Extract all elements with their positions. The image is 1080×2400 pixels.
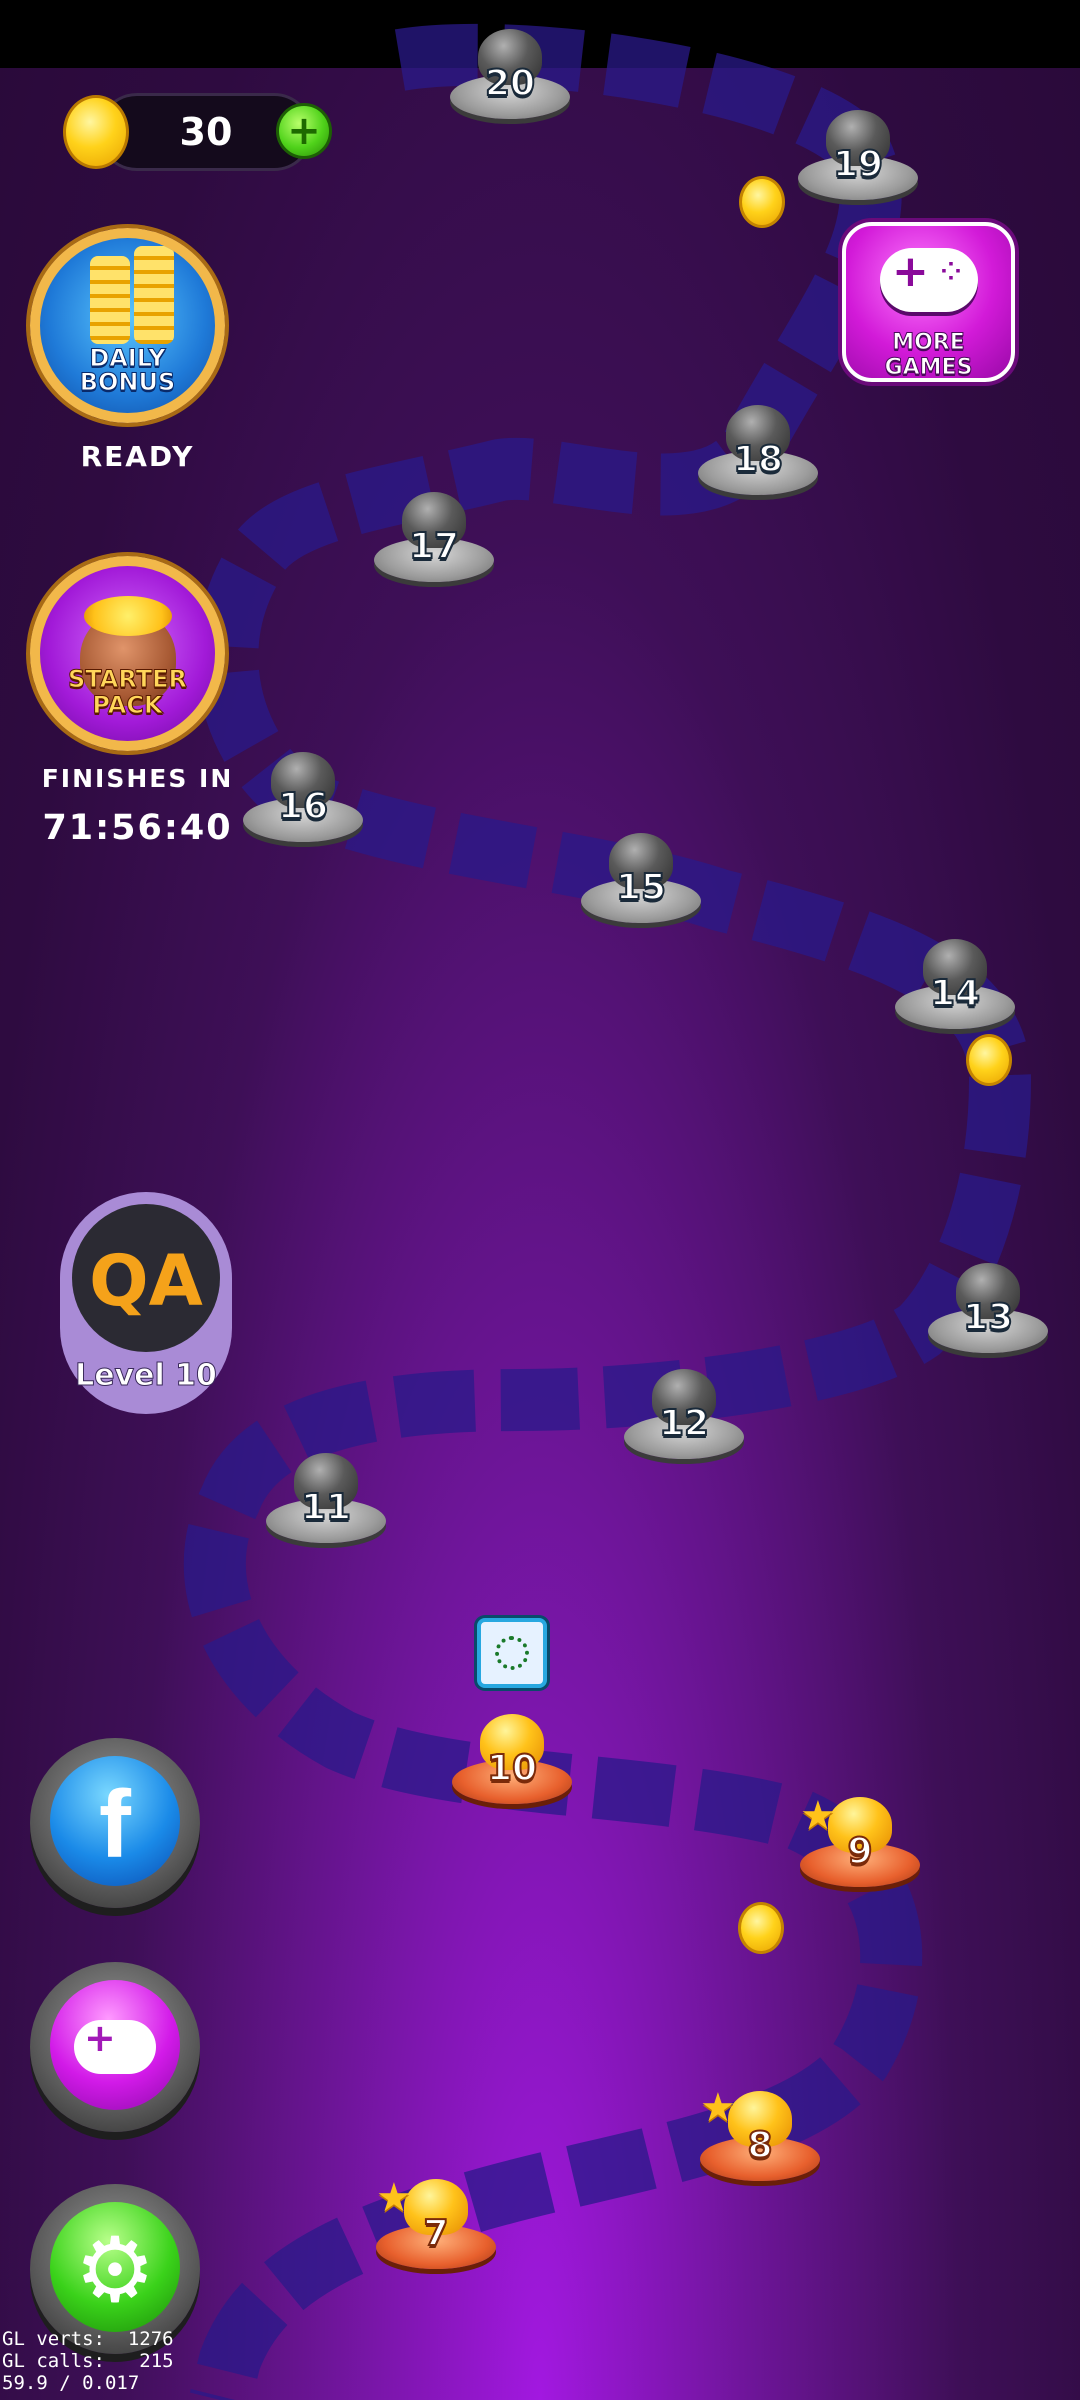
debug-line: 59.9 / 0.017 (2, 2372, 140, 2394)
level-node-15[interactable]: 15 (581, 829, 701, 923)
gift-box-icon[interactable] (477, 1618, 547, 1688)
starter-pack-caption: FINISHES IN (41, 764, 234, 793)
daily-bonus-button[interactable]: DAILY BONUS (30, 228, 225, 423)
gamepad-icon (50, 1980, 180, 2110)
level-node-10[interactable]: 10 (452, 1710, 572, 1804)
level-number: 19 (832, 143, 884, 186)
level-number: 16 (277, 785, 329, 828)
level-number: 20 (484, 62, 536, 105)
level-node-14[interactable]: 14 (895, 935, 1015, 1029)
gold-pile-icon (84, 596, 172, 636)
daily-bonus-label: DAILY BONUS (79, 344, 176, 396)
games-button[interactable] (30, 1962, 200, 2132)
level-node-20[interactable]: 20 (450, 25, 570, 119)
more-games-label: MORE GAMES (884, 330, 973, 381)
debug-line: GL verts: 1276 (2, 2328, 174, 2350)
level-node-17[interactable]: 17 (374, 488, 494, 582)
level-node-19[interactable]: 19 (798, 106, 918, 200)
star-icon: ★ (800, 1793, 836, 1839)
coin-stack (90, 256, 130, 344)
coin-icon[interactable] (966, 1034, 1012, 1086)
starter-pack-label: STARTER PACK (67, 665, 187, 719)
level-number: 11 (300, 1486, 352, 1529)
coin-count: 30 (179, 110, 233, 154)
debug-overlay: GL verts: 1276 GL calls: 215 59.9 / 0.017 (2, 2328, 174, 2394)
more-games-button[interactable]: MORE GAMES (842, 222, 1015, 382)
coin-icon[interactable] (738, 1902, 784, 1954)
player-level: Level 10 (75, 1358, 218, 1394)
level-node-18[interactable]: 18 (698, 401, 818, 495)
facebook-glyph: f (99, 1771, 131, 1878)
level-number: 18 (732, 438, 784, 481)
level-node-16[interactable]: 16 (243, 748, 363, 842)
coin-icon (63, 95, 129, 169)
level-number: 14 (929, 972, 981, 1015)
coin-icon[interactable] (739, 176, 785, 228)
level-node-12[interactable]: 12 (624, 1365, 744, 1459)
level-number: 12 (658, 1402, 710, 1445)
avatar: QA (72, 1204, 220, 1352)
level-node-11[interactable]: 11 (266, 1449, 386, 1543)
gear-icon: ⚙ (50, 2202, 180, 2332)
level-node-13[interactable]: 13 (928, 1259, 1048, 1353)
level-number: 17 (408, 525, 460, 568)
gamepad-icon (880, 246, 978, 312)
avatar-initials: QA (89, 1240, 203, 1322)
add-coins-button[interactable] (276, 103, 332, 159)
star-icon: ★ (376, 2175, 412, 2221)
coin-stack (134, 246, 174, 344)
starter-pack-button[interactable]: STARTER PACK (30, 556, 225, 751)
level-number: 10 (486, 1747, 538, 1790)
gamepad-shape (74, 2016, 156, 2074)
daily-bonus-status: READY (80, 440, 195, 473)
level-number: 13 (962, 1296, 1014, 1339)
level-number: 8 (746, 2124, 773, 2167)
level-number: 15 (615, 866, 667, 909)
debug-line: GL calls: 215 (2, 2350, 174, 2372)
facebook-icon: f (50, 1756, 180, 1886)
facebook-button[interactable]: f (30, 1738, 200, 1908)
gift-ring (495, 1636, 529, 1670)
player-profile[interactable]: QA Level 10 (60, 1192, 232, 1414)
star-icon: ★ (700, 2085, 736, 2131)
starter-pack-timer: 71:56:40 (42, 808, 233, 848)
gear-glyph: ⚙ (74, 2218, 156, 2323)
